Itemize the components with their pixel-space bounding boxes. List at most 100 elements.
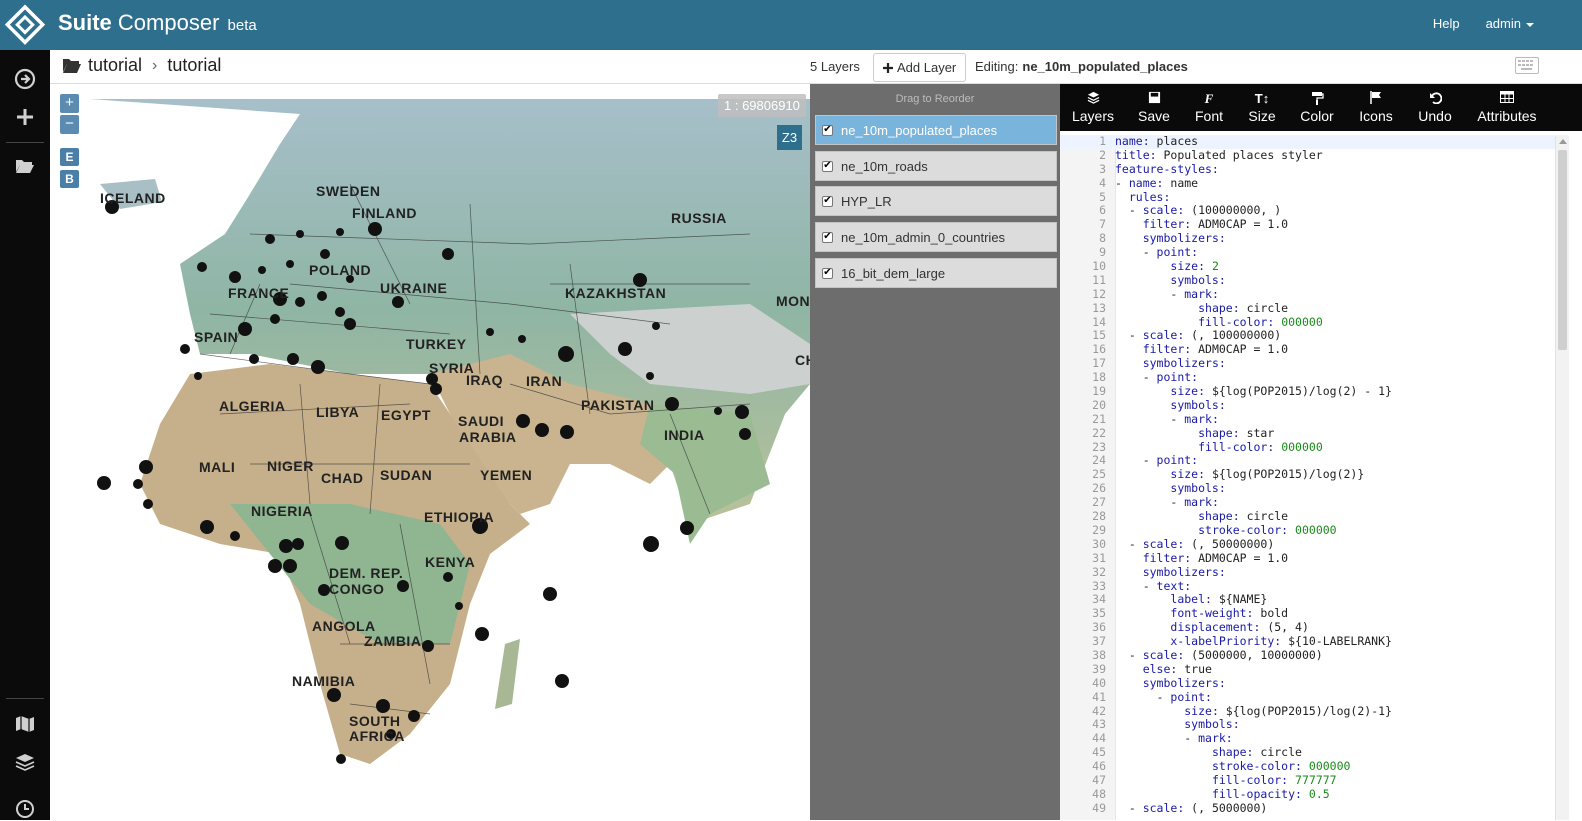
code-line[interactable]: 39 else: true [1060, 662, 1568, 677]
breadcrumb-map[interactable]: tutorial [167, 55, 221, 76]
editor-scrollbar[interactable] [1555, 136, 1569, 820]
tool-font-button[interactable]: F Font [1182, 84, 1236, 131]
layer-item[interactable]: ✔ HYP_LR [815, 186, 1057, 216]
arrow-circle-right-icon[interactable] [13, 67, 37, 91]
code-line[interactable]: 30 - scale: (, 50000000) [1060, 537, 1568, 552]
tool-size-button[interactable]: T↕ Size [1236, 84, 1288, 131]
map-icon[interactable] [13, 712, 37, 736]
tool-attributes-button[interactable]: Attributes [1464, 84, 1550, 131]
layer-item[interactable]: ✔ ne_10m_admin_0_countries [815, 222, 1057, 252]
code-line[interactable]: 36 displacement: (5, 4) [1060, 620, 1568, 635]
tool-color-button[interactable]: Color [1288, 84, 1346, 131]
keyboard-icon[interactable] [1515, 57, 1539, 74]
code-line[interactable]: 25 size: ${log(POP2015)/log(2)} [1060, 467, 1568, 482]
layer-visibility-checkbox[interactable]: ✔ [822, 160, 833, 172]
code-line[interactable]: 34 label: ${NAME} [1060, 592, 1568, 607]
code-line[interactable]: 31 filter: ADM0CAP = 1.0 [1060, 551, 1568, 566]
code-line[interactable]: 46 stroke-color: 000000 [1060, 759, 1568, 774]
code-line[interactable]: 24 - point: [1060, 454, 1568, 468]
code-line[interactable]: 22 shape: star [1060, 426, 1568, 441]
code-line[interactable]: 29 stroke-color: 000000 [1060, 523, 1568, 538]
layer-visibility-checkbox[interactable]: ✔ [822, 124, 833, 136]
code-line[interactable]: 7 filter: ADM0CAP = 1.0 [1060, 217, 1568, 232]
zoom-in-button[interactable]: + [60, 94, 79, 113]
yaml-code-editor[interactable]: 1 name: places 2 title: Populated places st… [1060, 135, 1568, 820]
code-line[interactable]: 13 shape: circle [1060, 301, 1568, 316]
layer-item[interactable]: ✔ ne_10m_populated_places [815, 115, 1057, 145]
zoom-out-button[interactable]: − [60, 115, 79, 134]
code-line[interactable]: 28 shape: circle [1060, 509, 1568, 524]
map-label: IRAN [526, 373, 563, 389]
tool-undo-button[interactable]: Undo [1406, 84, 1464, 131]
code-line[interactable]: 35 font-weight: bold [1060, 606, 1568, 621]
code-line[interactable]: 45 shape: circle [1060, 745, 1568, 760]
code-line[interactable]: 2 title: Populated places styler [1060, 147, 1568, 163]
line-number: 8 [1099, 231, 1106, 246]
user-name: admin [1485, 16, 1521, 31]
code-line[interactable]: 32 symbolizers: [1060, 565, 1568, 580]
code-line[interactable]: 6 - scale: (100000000, ) [1060, 204, 1568, 218]
folder-open-icon[interactable] [13, 154, 37, 178]
code-text: size: ${log(POP2015)/log(2)-1} [1184, 703, 1392, 718]
line-number: 44 [1092, 731, 1106, 746]
code-line[interactable]: 10 size: 2 [1060, 259, 1568, 274]
layer-item[interactable]: ✔ ne_10m_roads [815, 151, 1057, 181]
code-line[interactable]: 4 - name: name [1060, 176, 1568, 191]
layer-visibility-checkbox[interactable]: ✔ [822, 231, 833, 243]
tool-label: Attributes [1477, 108, 1537, 124]
help-link[interactable]: Help [1433, 16, 1460, 31]
code-line[interactable]: 16 filter: ADM0CAP = 1.0 [1060, 342, 1568, 357]
code-line[interactable]: 33 - text: [1060, 579, 1568, 594]
code-line[interactable]: 19 size: ${log(POP2015)/log(2) - 1} [1060, 384, 1568, 399]
code-line[interactable]: 48 fill-opacity: 0.5 [1060, 787, 1568, 802]
layers-icon[interactable] [13, 750, 37, 774]
code-line[interactable]: 42 size: ${log(POP2015)/log(2)-1} [1060, 703, 1568, 719]
code-line[interactable]: 8 symbolizers: [1060, 231, 1568, 246]
user-menu[interactable]: admin [1486, 16, 1534, 31]
add-layer-button[interactable]: Add Layer [873, 53, 967, 82]
tool-layers-button[interactable]: Layers [1060, 84, 1126, 131]
code-line[interactable]: 15 - scale: (, 100000000) [1060, 329, 1568, 343]
code-text: title: Populated places styler [1115, 147, 1323, 162]
code-line[interactable]: 21 - mark: [1060, 412, 1568, 427]
code-line[interactable]: 43 symbols: [1060, 717, 1568, 732]
code-line[interactable]: 20 symbols: [1060, 397, 1568, 413]
map-b-button[interactable]: B [60, 170, 79, 188]
line-number: 34 [1092, 592, 1106, 607]
code-line[interactable]: 5 rules: [1060, 190, 1568, 205]
suite-logo-icon[interactable] [4, 4, 46, 46]
breadcrumb-project[interactable]: tutorial [88, 55, 142, 76]
code-line[interactable]: 27 - mark: [1060, 495, 1568, 510]
code-line[interactable]: 26 symbols: [1060, 481, 1568, 496]
code-line[interactable]: 37 x-labelPriority: ${10-LABELRANK} [1060, 634, 1568, 649]
code-line[interactable]: 1 name: places [1060, 135, 1568, 149]
code-text: symbols: [1170, 397, 1226, 412]
map-e-button[interactable]: E [60, 148, 79, 166]
code-line[interactable]: 47 fill-color: 777777 [1060, 773, 1568, 788]
map-canvas[interactable]: + − E B 1 : 69806910 Z3 ICELAND SWEDEN F… [50, 84, 810, 820]
layer-visibility-checkbox[interactable]: ✔ [822, 267, 833, 279]
code-line[interactable]: 49 - scale: (, 5000000) [1060, 801, 1568, 816]
code-text: symbolizers: [1142, 231, 1226, 246]
scrollbar-thumb[interactable] [1558, 150, 1567, 350]
code-line[interactable]: 9 - point: [1060, 245, 1568, 260]
code-line[interactable]: 3 feature-styles: [1060, 162, 1568, 177]
code-line[interactable]: 41 - point: [1060, 690, 1568, 705]
scroll-up-icon[interactable] [1559, 139, 1567, 144]
plus-icon[interactable] [13, 105, 37, 129]
tool-save-button[interactable]: Save [1126, 84, 1182, 131]
code-line[interactable]: 44 - mark: [1060, 731, 1568, 746]
code-line[interactable]: 40 symbolizers: [1060, 676, 1568, 691]
tool-icons-button[interactable]: Icons [1346, 84, 1406, 131]
code-text: fill-color: 000000 [1198, 439, 1323, 454]
code-line[interactable]: 12 - mark: [1060, 287, 1568, 302]
layer-item[interactable]: ✔ 16_bit_dem_large [815, 258, 1057, 288]
layer-visibility-checkbox[interactable]: ✔ [822, 195, 833, 207]
code-line[interactable]: 11 symbols: [1060, 273, 1568, 288]
code-line[interactable]: 18 - point: [1060, 370, 1568, 385]
code-line[interactable]: 23 fill-color: 000000 [1060, 439, 1568, 455]
code-line[interactable]: 17 symbolizers: [1060, 356, 1568, 371]
code-line[interactable]: 38 - scale: (5000000, 10000000) [1060, 648, 1568, 663]
code-line[interactable]: 14 fill-color: 000000 [1060, 315, 1568, 330]
clock-icon[interactable] [13, 797, 37, 821]
